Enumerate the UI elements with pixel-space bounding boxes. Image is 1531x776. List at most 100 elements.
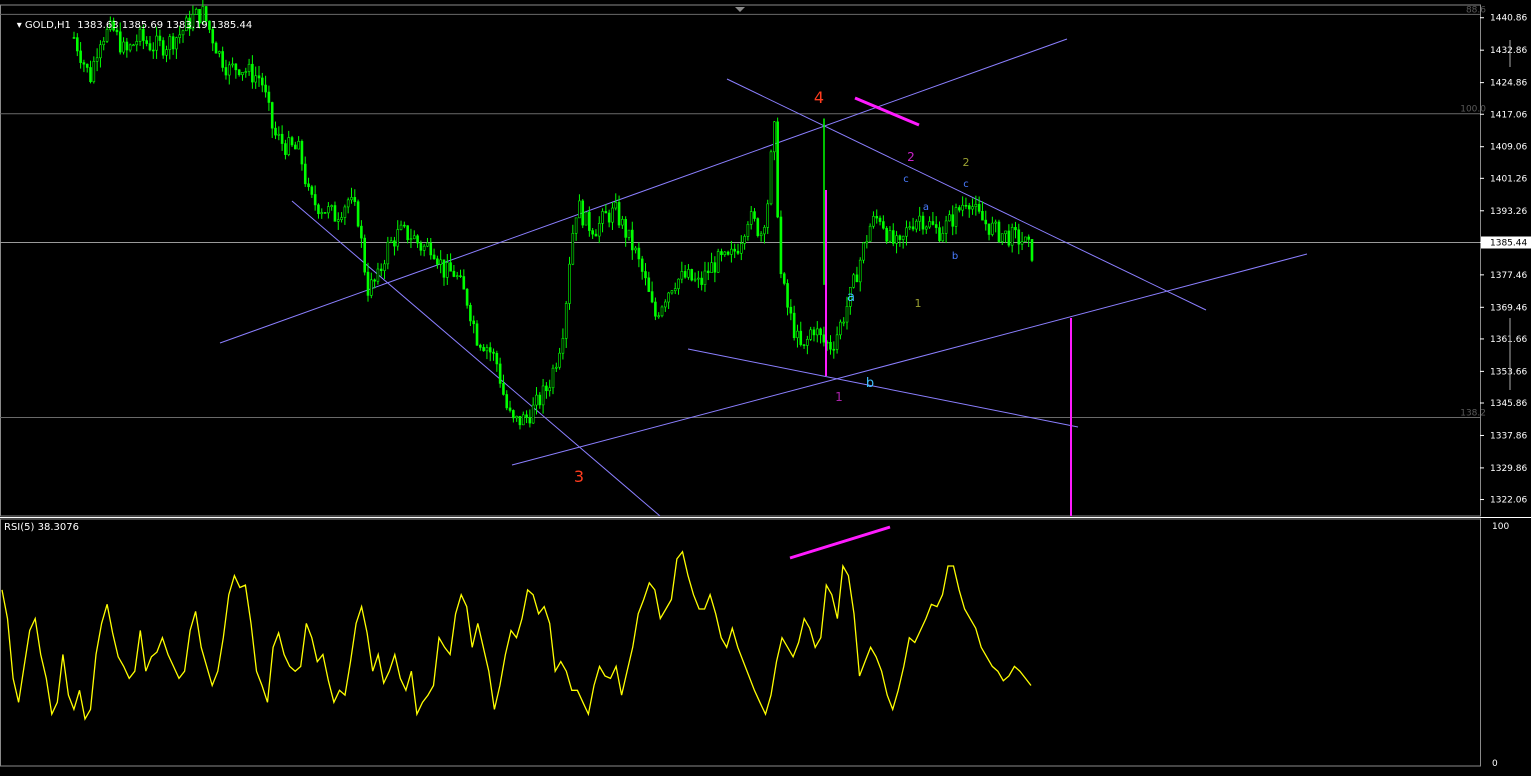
- candle-body: [528, 417, 532, 424]
- dropdown-triangle-icon[interactable]: ▾: [17, 20, 25, 31]
- candle-body: [376, 268, 380, 282]
- candle-body: [320, 212, 324, 215]
- candle-body: [690, 269, 694, 281]
- candle-body: [706, 270, 710, 273]
- candle-body: [386, 241, 390, 265]
- candle-body: [720, 251, 723, 256]
- candle-body: [403, 224, 406, 227]
- candle-body: [521, 414, 525, 426]
- candle-body: [1020, 241, 1024, 245]
- candle-body: [360, 225, 363, 239]
- candle-body: [287, 137, 291, 155]
- candle-body: [872, 216, 875, 227]
- fib-level-label: 138.2: [1460, 408, 1486, 418]
- trendline: [511, 253, 1308, 466]
- candle-body: [297, 141, 300, 150]
- candle-body: [264, 84, 267, 93]
- candle-body: [419, 242, 423, 251]
- wave-label: a: [923, 202, 929, 213]
- candle-body: [1014, 227, 1017, 231]
- candle-body: [482, 347, 485, 352]
- scroll-marker-icon[interactable]: [735, 7, 745, 12]
- candle-body: [1004, 230, 1007, 235]
- candle-body: [898, 235, 902, 240]
- candle-body: [948, 214, 951, 222]
- candle-body: [815, 328, 819, 336]
- candle-body: [85, 63, 89, 68]
- candle-body: [95, 57, 99, 62]
- candle-body: [759, 233, 763, 236]
- candle-body: [578, 200, 581, 219]
- trading-chart[interactable]: 88.6 100.0 138.2 1440.86 1432.86 1424.86 1417.…: [0, 0, 1531, 772]
- candle-body: [882, 221, 885, 229]
- candle-body: [1030, 239, 1034, 261]
- candle-body: [564, 303, 568, 339]
- candle-body: [221, 51, 224, 68]
- candle-body: [300, 141, 304, 165]
- candle-body: [161, 40, 165, 56]
- candle-body: [650, 291, 654, 303]
- candle-body: [802, 344, 806, 346]
- candle-body: [439, 259, 442, 265]
- candle-body: [673, 288, 677, 292]
- candle-body: [746, 224, 750, 237]
- y-tick-label: 1417.06: [1490, 110, 1527, 120]
- candle-body: [621, 219, 624, 226]
- candle-body: [515, 415, 518, 419]
- candle-body: [858, 259, 862, 283]
- candle-body: [257, 75, 261, 79]
- candle-body: [842, 321, 846, 324]
- candle-body: [82, 62, 86, 65]
- candle-body: [353, 197, 357, 203]
- candle-body: [624, 219, 627, 238]
- candle-body: [99, 44, 102, 59]
- wave-label: a: [847, 290, 855, 305]
- candle-body: [270, 102, 274, 129]
- candle-body: [611, 207, 614, 223]
- candle-body: [934, 224, 938, 228]
- candle-body: [839, 321, 842, 336]
- candle-body: [994, 221, 997, 224]
- candle-body: [726, 251, 730, 255]
- candle-body: [799, 330, 803, 345]
- candle-body: [472, 320, 476, 325]
- candle-body: [541, 385, 545, 406]
- y-tick-label: 1393.26: [1490, 207, 1527, 217]
- candle-body: [617, 202, 621, 226]
- candle-body: [442, 259, 446, 278]
- y-tick-label: 1329.86: [1490, 464, 1527, 474]
- candle-body: [921, 215, 925, 230]
- candle-body: [505, 394, 509, 409]
- candle-body: [680, 271, 684, 280]
- candle-body: [231, 63, 234, 66]
- candle-body: [1027, 236, 1030, 240]
- y-tick-label: 1361.66: [1490, 335, 1527, 345]
- symbol-info: ▾ GOLD,H1 1383.63 1385.69 1383.19 1385.4…: [4, 9, 252, 42]
- candle-body: [1024, 236, 1027, 242]
- candle-body: [128, 44, 132, 51]
- candle-body: [492, 351, 495, 354]
- candle-body: [310, 186, 314, 195]
- candle-body: [905, 227, 908, 237]
- candle-body: [327, 206, 330, 214]
- candle-body: [350, 197, 353, 201]
- chart-canvas[interactable]: 88.6 100.0 138.2 1440.86 1432.86 1424.86 1417.…: [0, 0, 1531, 772]
- candle-body: [713, 262, 717, 273]
- candle-body: [581, 200, 585, 226]
- candle-body: [915, 220, 918, 230]
- candle-body: [363, 237, 367, 273]
- candle-body: [122, 41, 125, 53]
- candle-body: [736, 250, 740, 254]
- candle-body: [432, 254, 436, 260]
- candle-body: [677, 278, 680, 289]
- wave-label: 2: [963, 156, 970, 169]
- candle-body: [700, 277, 703, 285]
- candle-body: [241, 72, 244, 76]
- trendline: [219, 38, 1068, 344]
- candle-body: [971, 206, 974, 210]
- candle-body: [829, 341, 832, 350]
- candle-body: [987, 223, 991, 235]
- wave-label: c: [903, 174, 909, 185]
- wave-label: b: [952, 251, 958, 262]
- candle-body: [561, 338, 565, 354]
